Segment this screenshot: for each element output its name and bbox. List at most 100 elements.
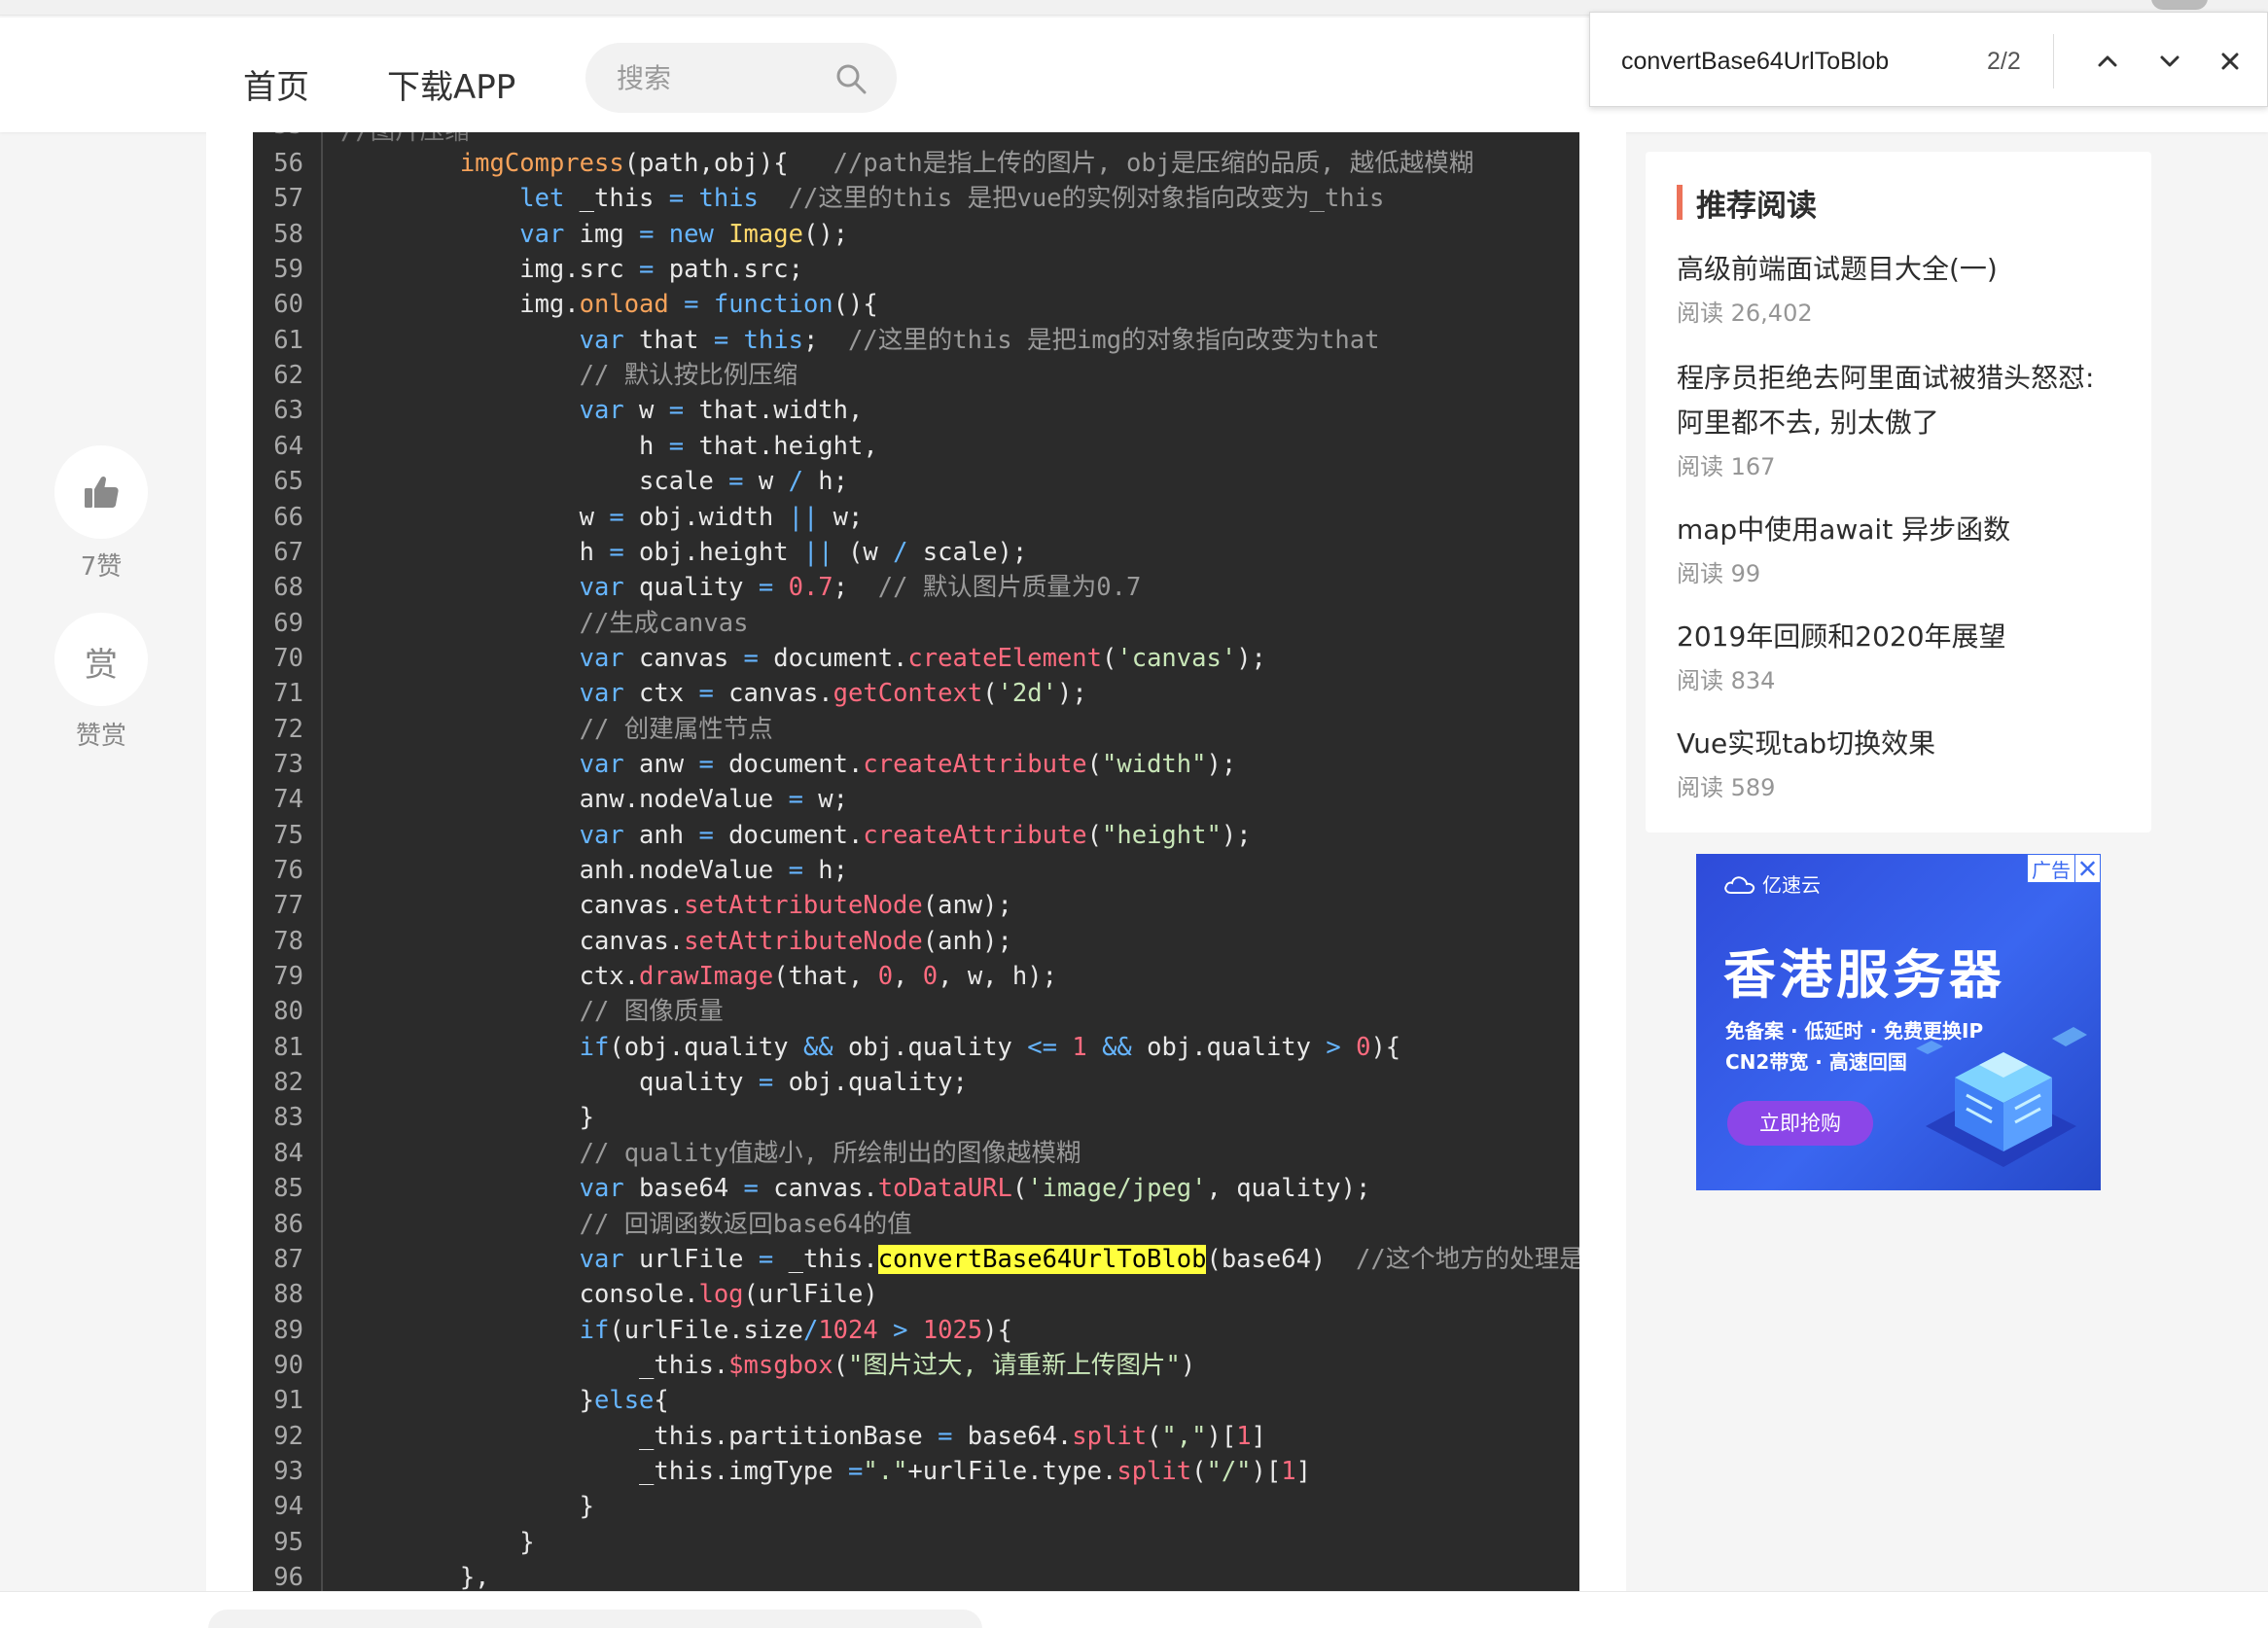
code-line: 94 } [253,1489,1579,1524]
recommended-item[interactable]: 2019年回顾和2020年展望 阅读 834 [1677,615,2124,698]
line-number: 84 [273,1138,303,1168]
line-number: 75 [273,820,303,850]
find-match-count: 2/2 [1987,48,2021,75]
line-number: 66 [273,502,303,532]
code-text: // 创建属性节点 [579,714,773,744]
code-line: 80 // 图像质量 [253,994,1579,1029]
code-line: 66 w = obj.width || w; [253,500,1579,535]
code-line: 89 if(urlFile.size/1024 > 1025){ [253,1313,1579,1348]
chevron-down-icon[interactable] [2148,40,2191,83]
code-block: 55 //图片压缩 56 imgCompress(path,obj){ //pa… [253,132,1579,1591]
like-button[interactable] [54,445,148,539]
reward-button[interactable]: 赏 [54,613,148,706]
line-number: 72 [273,714,303,744]
code-text: var anh = document.createAttribute("heig… [579,820,1252,850]
nav-home-link[interactable]: 首页 [243,60,309,108]
search-input[interactable] [617,58,821,97]
line-number: 81 [273,1032,303,1062]
line-number: 96 [273,1563,303,1591]
code-line: 90 _this.$msgbox("图片过大, 请重新上传图片") [253,1348,1579,1383]
line-number: 95 [273,1527,303,1557]
code-text: // 默认按比例压缩 [579,361,798,391]
line-number: 79 [273,962,303,992]
ad-close-icon[interactable] [2074,855,2100,882]
line-number: 64 [273,431,303,461]
code-text: h = obj.height || (w / scale); [340,537,1028,567]
code-line: 71 var ctx = canvas.getContext('2d'); [253,676,1579,711]
line-number: 87 [273,1244,303,1274]
code-line: 58 var img = new Image(); [253,217,1579,252]
chevron-up-icon[interactable] [2086,40,2129,83]
code-text: let _this = this //这里的this 是把vue的实例对象指向改… [519,184,1385,214]
code-line: 74 anw.nodeValue = w; [253,782,1579,817]
code-line-partial: //图片压缩 [340,132,470,147]
line-number: 93 [273,1456,303,1486]
line-number: 94 [273,1492,303,1522]
line-number: 59 [273,255,303,285]
code-line: 67 h = obj.height || (w / scale); [253,535,1579,570]
code-line: 96 }, [253,1560,1579,1591]
code-text: var img = new Image(); [519,219,849,249]
recommended-item-title[interactable]: 高级前端面试题目大全(一) [1677,247,2124,292]
code-text: h = that.height, [340,431,878,461]
find-divider [2053,34,2054,88]
code-text: console.log(urlFile) [340,1280,878,1310]
search-box[interactable] [585,43,897,113]
ad-brand: 亿速云 [1723,869,1821,898]
line-number: 63 [273,396,303,426]
comment-input[interactable] [208,1610,982,1628]
recommended-item[interactable]: Vue实现tab切换效果 阅读 589 [1677,722,2124,805]
code-line: 75 var anh = document.createAttribute("h… [253,818,1579,853]
nav-download-app-link[interactable]: 下载APP [387,60,515,108]
code-line: 87 var urlFile = _this.convertBase64UrlT… [253,1242,1579,1277]
section-accent-bar [1677,185,1683,220]
recommended-item[interactable]: 程序员拒绝去阿里面试被猎头怒怼: 阿里都不去, 别太傲了 阅读 167 [1677,356,2124,484]
code-line: 92 _this.partitionBase = base64.split(",… [253,1419,1579,1454]
code-text: imgCompress(path,obj){ //path是指上传的图片, ob… [459,149,1474,178]
line-number: 57 [273,184,303,214]
recommended-reading-panel: 推荐阅读 高级前端面试题目大全(一) 阅读 26,402 程序员拒绝去阿里面试被… [1646,152,2151,832]
ad-banner[interactable]: 亿速云 广告 香港服务器 免备案 · 低延时 · 免费更换IP CN2带宽 · … [1696,854,2101,1190]
code-text: ctx.drawImage(that, 0, 0, w, h); [340,962,1057,992]
recommended-item-title[interactable]: map中使用await 异步函数 [1677,508,2124,552]
browser-profile-pill[interactable] [2151,0,2208,10]
code-text: } [340,1103,594,1133]
bottom-comment-bar [0,1591,2268,1628]
code-line: 83 } [253,1100,1579,1135]
code-line: 95 } [253,1525,1579,1560]
ad-brand-name: 亿速云 [1762,873,1821,897]
code-line: 64 h = that.height, [253,429,1579,464]
line-number: 68 [273,573,303,603]
code-text: var anw = document.createAttribute("widt… [579,749,1237,779]
code-line: 93 _this.imgType ="."+urlFile.type.split… [253,1454,1579,1489]
code-text: } [340,1527,535,1557]
recommended-item-title[interactable]: 程序员拒绝去阿里面试被猎头怒怼: 阿里都不去, 别太傲了 [1677,356,2124,445]
code-line: 84 // quality值越小, 所绘制出的图像越模糊 [253,1136,1579,1171]
code-text: var quality = 0.7; // 默认图片质量为0.7 [579,573,1142,603]
line-number: 55 [253,132,303,140]
line-number: 69 [273,608,303,638]
recommended-item-title[interactable]: Vue实现tab切换效果 [1677,722,2124,766]
code-line: 88 console.log(urlFile) [253,1277,1579,1312]
code-text: // quality值越小, 所绘制出的图像越模糊 [579,1138,1081,1168]
code-line: 70 var canvas = document.createElement('… [253,641,1579,676]
find-query-text[interactable]: convertBase64UrlToBlob [1621,48,1889,76]
line-number: 91 [273,1386,303,1416]
recommended-item[interactable]: 高级前端面试题目大全(一) 阅读 26,402 [1677,247,2124,331]
ad-cta-button[interactable]: 立即抢购 [1727,1101,1873,1146]
search-icon[interactable] [834,62,868,95]
read-count: 阅读 589 [1677,774,1776,801]
line-number: 82 [273,1068,303,1098]
code-text: var that = this; //这里的this 是把img的对象指向改变为… [579,325,1380,355]
code-line: 73 var anw = document.createAttribute("w… [253,747,1579,782]
recommended-item[interactable]: map中使用await 异步函数 阅读 99 [1677,508,2124,591]
thumbs-up-icon [85,476,119,508]
code-text: _this.$msgbox("图片过大, 请重新上传图片") [340,1350,1196,1380]
code-text: // 回调函数返回base64的值 [579,1209,912,1239]
recommended-title: 推荐阅读 [1696,189,1817,224]
close-icon[interactable] [2209,40,2251,83]
like-count-label: 7赞 [80,552,123,582]
code-line: 57 let _this = this //这里的this 是把vue的实例对象… [253,181,1579,216]
code-line: 69 //生成canvas [253,606,1579,641]
recommended-item-title[interactable]: 2019年回顾和2020年展望 [1677,615,2124,659]
